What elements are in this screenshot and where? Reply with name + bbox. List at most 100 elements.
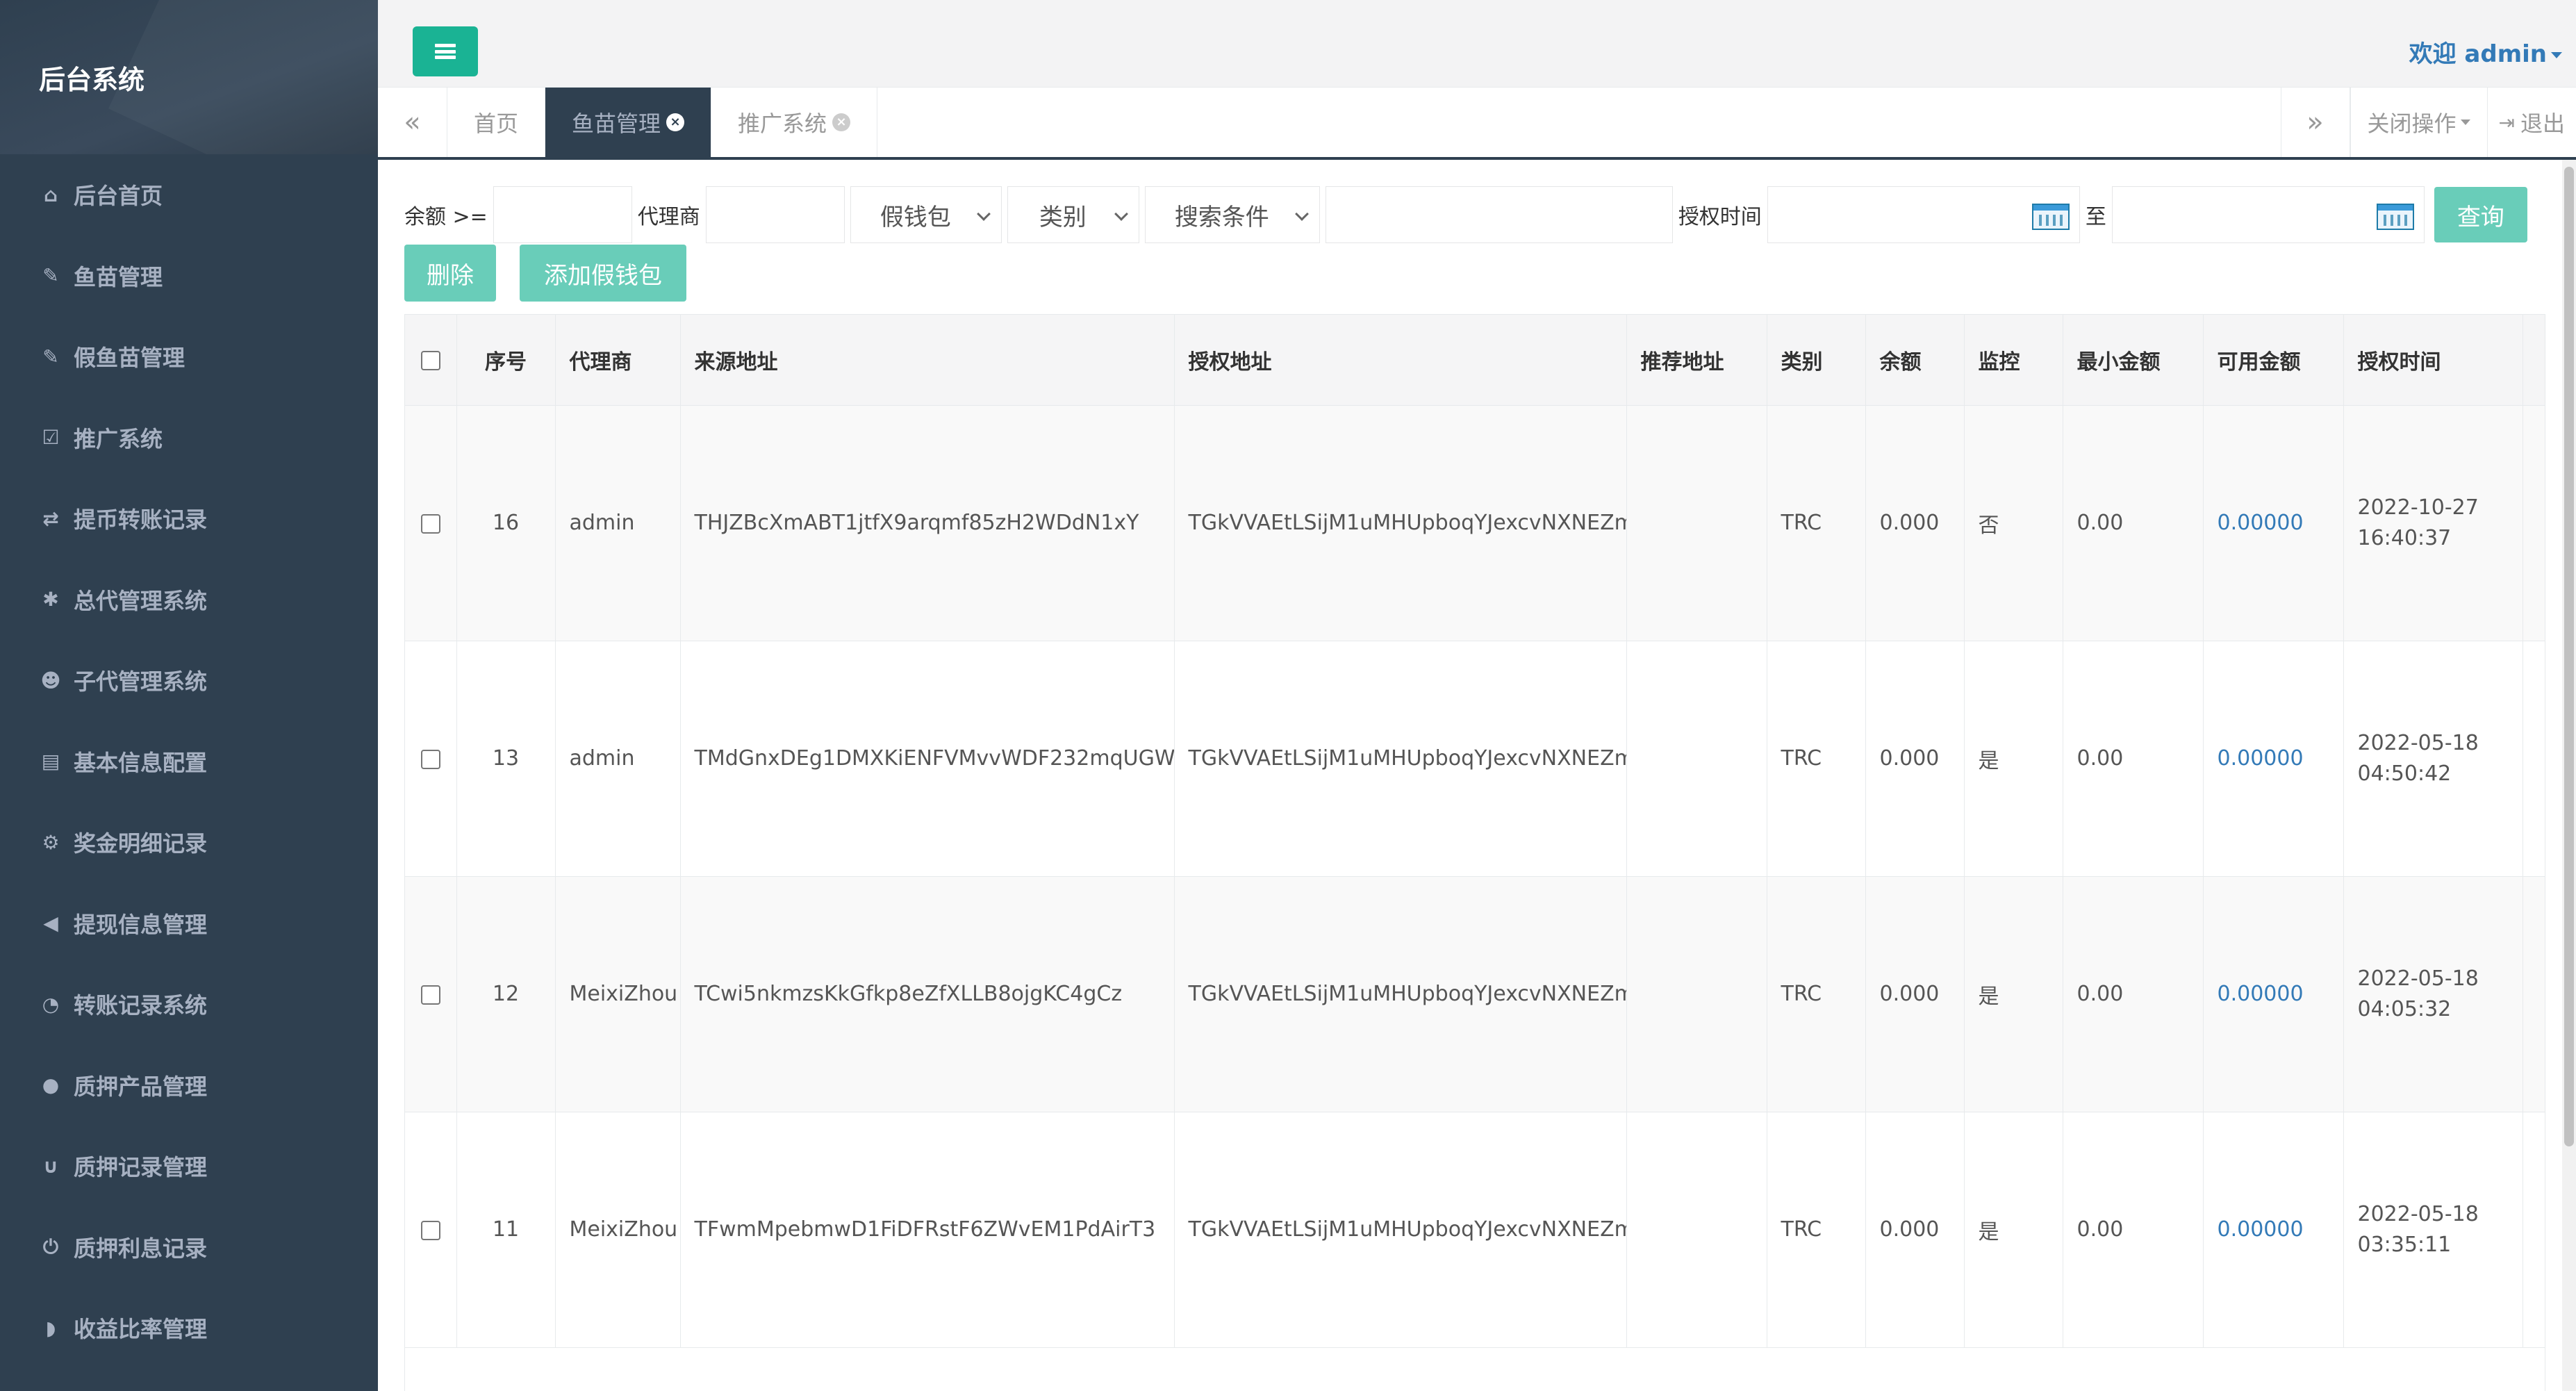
- sidebar-item[interactable]: ◔ 转账记录系统: [0, 964, 378, 1045]
- column-header[interactable]: 可用金额: [2203, 315, 2344, 406]
- row-checkbox[interactable]: [420, 985, 440, 1005]
- agent-input[interactable]: [705, 186, 845, 243]
- close-operations-dropdown[interactable]: 关闭操作: [2350, 88, 2487, 157]
- auth-time-end-input[interactable]: [2111, 186, 2425, 243]
- available-amount-link[interactable]: 0.00000: [2218, 511, 2304, 535]
- column-header[interactable]: 来源地址: [680, 315, 1175, 406]
- sidebar-item-label: 总代管理系统: [74, 587, 208, 614]
- sidebar-item-label: 推广系统: [74, 425, 163, 452]
- type-select[interactable]: 类别: [1007, 186, 1139, 243]
- cell-min: 0.00: [2063, 876, 2204, 1112]
- calendar-icon[interactable]: [2031, 204, 2070, 230]
- scrollbar-thumb[interactable]: [2564, 167, 2574, 1146]
- sidebar-item[interactable]: ⇄ 提币转账记录: [0, 478, 378, 559]
- add-fake-wallet-button[interactable]: 添加假钱包: [520, 245, 686, 302]
- auth-time-start-input[interactable]: [1767, 186, 2080, 243]
- sidebar-item[interactable]: ▤ 基本信息配置: [0, 721, 378, 802]
- delete-button[interactable]: 删除: [404, 245, 496, 302]
- sidebar-item[interactable]: ⚙ 奖金明细记录: [0, 802, 378, 883]
- available-amount-link[interactable]: 0.00000: [2218, 746, 2304, 771]
- cell-type: TRC: [1767, 641, 1866, 877]
- column-header[interactable]: 推荐地址: [1626, 315, 1767, 406]
- top-navbar: 欢迎 admin: [378, 0, 2576, 88]
- table-row[interactable]: 11 MeixiZhou TFwmMpebmwD1FiDFRstF6ZWvEM1Pd…: [405, 1112, 2545, 1348]
- sidebar-item[interactable]: ● 质押产品管理: [0, 1045, 378, 1126]
- cell-available: 0.00000: [2203, 876, 2344, 1112]
- edit-icon: ☑: [42, 426, 60, 450]
- search-input[interactable]: [1325, 186, 1673, 243]
- sidebar-nav: ⌂ 后台首页 ✎ 鱼苗管理 ✎ 假鱼苗管理 ☑ 推广系统 ⇄ 提币转账记录 ✱ 总代管理系统 ☻ 子代管理…: [0, 154, 378, 1369]
- comment-icon: ●: [42, 1073, 60, 1097]
- row-select-cell: [405, 641, 457, 877]
- logout-button[interactable]: ⇥ 退出: [2486, 88, 2576, 157]
- column-header[interactable]: 序号: [456, 315, 556, 406]
- row-checkbox[interactable]: [420, 513, 440, 534]
- select-all-checkbox[interactable]: [420, 350, 440, 370]
- tab-scroll-right-button[interactable]: »: [2280, 88, 2350, 157]
- sidebar-item[interactable]: ◗ 收益比率管理: [0, 1287, 378, 1369]
- table-row[interactable]: 13 admin TMdGnxDEg1DMXKiENFVMvvWDF232mqUGW…: [405, 641, 2545, 877]
- tab[interactable]: 推广系统 ×: [711, 88, 878, 157]
- sidebar-item[interactable]: ✎ 假鱼苗管理: [0, 316, 378, 397]
- sidebar-item[interactable]: ⏻ 质押利息记录: [0, 1207, 378, 1288]
- main-content: 余额 >= 代理商 假钱包 类别 搜索条件 授权时间 至 查询 删除 添加假钱包…: [378, 160, 2576, 1391]
- cell-ref: [1626, 641, 1767, 877]
- action-bar: 删除 添加假钱包: [404, 245, 686, 302]
- tab-scroll-left-button[interactable]: «: [378, 88, 447, 157]
- column-header[interactable]: 授权时间: [2343, 315, 2523, 406]
- menu-toggle-button[interactable]: [413, 26, 478, 76]
- sidebar-item-label: 提币转账记录: [74, 507, 208, 534]
- column-header[interactable]: 余额: [1865, 315, 1965, 406]
- caret-down-icon: [2460, 120, 2470, 125]
- sidebar-item[interactable]: ✎ 鱼苗管理: [0, 236, 378, 317]
- close-circle-icon[interactable]: ×: [666, 113, 685, 131]
- column-header[interactable]: 监控: [1964, 315, 2063, 406]
- column-header[interactable]: 授权地址: [1174, 315, 1627, 406]
- sidebar-item[interactable]: ✱ 总代管理系统: [0, 559, 378, 641]
- sidebar-item[interactable]: ◀ 提现信息管理: [0, 883, 378, 964]
- tab[interactable]: 首页: [447, 88, 546, 157]
- cell-agent: MeixiZhou: [555, 1112, 681, 1348]
- available-amount-link[interactable]: 0.00000: [2218, 1217, 2304, 1242]
- column-header-spacer: [2523, 315, 2545, 406]
- tab-bar: « 首页 鱼苗管理 × 推广系统 × » 关闭操作 ⇥ 退出: [378, 88, 2576, 160]
- auth-clock-time: 16:40:37: [2357, 525, 2452, 550]
- table-row[interactable]: 16 admin THJZBcXmABT1jtfX9arqmf85zH2WDdN1x…: [405, 405, 2545, 641]
- sidebar-item[interactable]: ☻ 子代管理系统: [0, 640, 378, 721]
- sidebar-item[interactable]: ⌂ 后台首页: [0, 154, 378, 236]
- home-icon: ⌂: [43, 183, 58, 206]
- close-circle-icon[interactable]: ×: [832, 113, 851, 131]
- table-row[interactable]: 12 MeixiZhou TCwi5nkmzsKkGfkp8eZfXLLB8ojgK…: [405, 876, 2545, 1112]
- sidebar-item-label: 鱼苗管理: [74, 263, 163, 290]
- calendar-icon[interactable]: [2376, 204, 2414, 230]
- search-condition-select[interactable]: 搜索条件: [1144, 186, 1320, 243]
- cell-available: 0.00000: [2203, 1112, 2344, 1348]
- row-checkbox[interactable]: [420, 1220, 440, 1240]
- power-icon: ⏻: [42, 1235, 59, 1258]
- data-table: 序号 代理商 来源地址 授权地址 推荐地址 类别 余额 监控 最小金额 可用金额 授权时间 16 ad…: [405, 315, 2545, 1348]
- tab-label: 首页: [474, 110, 519, 137]
- available-amount-link[interactable]: 0.00000: [2218, 982, 2304, 1006]
- hamburger-icon: [435, 44, 456, 59]
- auth-date: 2022-05-18: [2357, 1201, 2479, 1226]
- select-all-header: [405, 315, 457, 406]
- sidebar-item[interactable]: ☑ 推广系统: [0, 397, 378, 479]
- cell-source: TCwi5nkmzsKkGfkp8eZfXLLB8ojgKC4gCz: [680, 876, 1175, 1112]
- users-icon: ☻: [40, 668, 61, 692]
- query-button[interactable]: 查询: [2434, 187, 2527, 242]
- row-checkbox[interactable]: [420, 749, 440, 769]
- cell-id: 16: [456, 405, 556, 641]
- column-header[interactable]: 代理商: [555, 315, 681, 406]
- user-menu[interactable]: 欢迎 admin: [2409, 35, 2562, 69]
- sidebar-item[interactable]: ∪ 质押记录管理: [0, 1126, 378, 1207]
- column-header[interactable]: 类别: [1767, 315, 1866, 406]
- balance-input[interactable]: [493, 186, 632, 243]
- welcome-text: 欢迎 admin: [2409, 40, 2547, 68]
- asterisk-icon: ✱: [42, 588, 59, 611]
- tab[interactable]: 鱼苗管理 ×: [545, 88, 712, 157]
- tab-label: 鱼苗管理: [572, 110, 661, 137]
- cell-balance: 0.000: [1865, 876, 1965, 1112]
- wallet-select[interactable]: 假钱包: [850, 186, 1002, 243]
- magnet-icon: ∪: [42, 1154, 59, 1178]
- column-header[interactable]: 最小金额: [2063, 315, 2204, 406]
